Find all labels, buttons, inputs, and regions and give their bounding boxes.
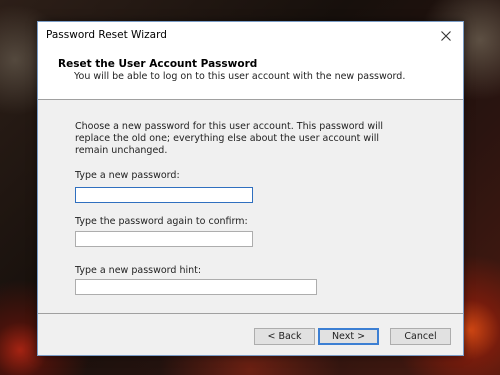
cancel-button[interactable]: Cancel <box>390 328 451 345</box>
window-title: Password Reset Wizard <box>46 29 167 41</box>
password-hint-label: Type a new password hint: <box>75 265 202 276</box>
close-button[interactable] <box>429 22 463 50</box>
new-password-input[interactable] <box>75 187 253 203</box>
next-button[interactable]: Next > <box>318 328 379 345</box>
back-button[interactable]: < Back <box>254 328 315 345</box>
description-text: Choose a new password for this user acco… <box>75 121 384 156</box>
close-icon <box>441 31 451 41</box>
header-title: Reset the User Account Password <box>58 58 258 70</box>
password-reset-wizard-window: Password Reset Wizard Reset the User Acc… <box>37 21 464 356</box>
title-bar[interactable]: Password Reset Wizard <box>38 22 463 50</box>
header-subtitle: You will be able to log on to this user … <box>74 71 406 82</box>
confirm-password-label: Type the password again to confirm: <box>75 216 248 227</box>
confirm-password-input[interactable] <box>75 231 253 247</box>
wizard-header: Reset the User Account Password You will… <box>38 50 463 100</box>
new-password-label: Type a new password: <box>75 170 180 181</box>
password-hint-input[interactable] <box>75 279 317 295</box>
footer-divider <box>38 313 463 314</box>
